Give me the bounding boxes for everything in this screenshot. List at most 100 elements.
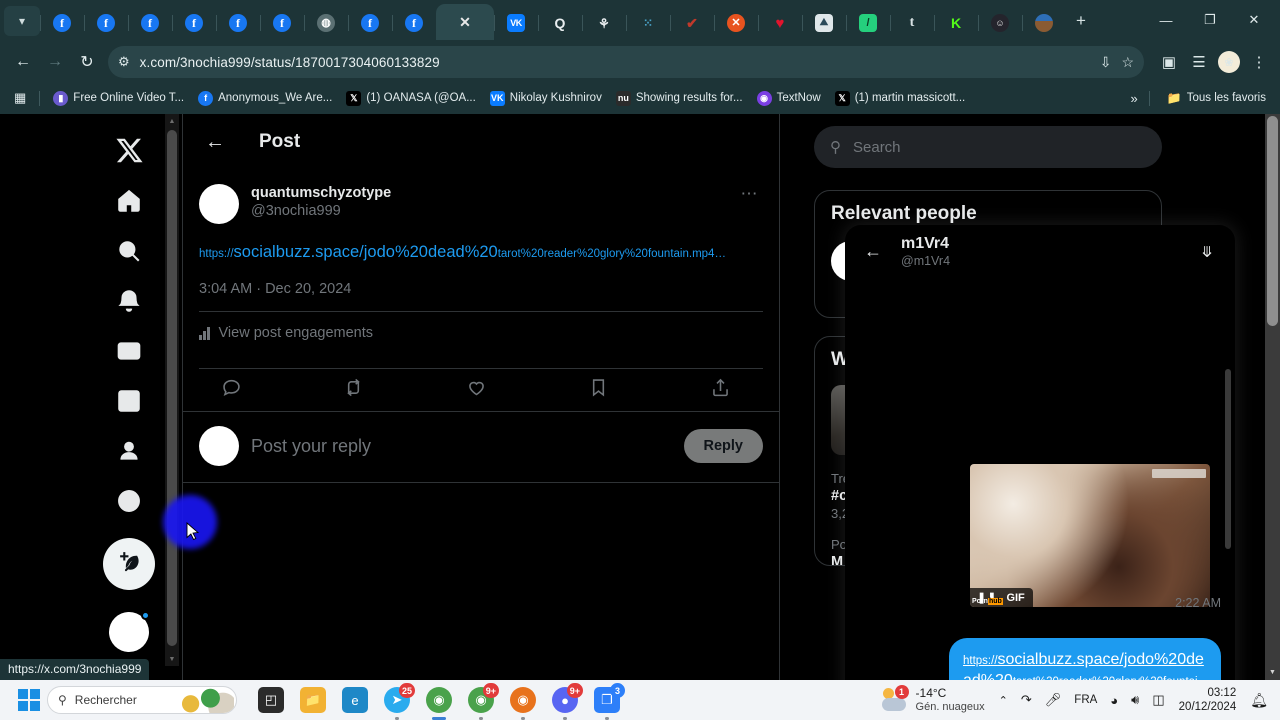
browser-tab[interactable]: ✕ <box>436 4 494 40</box>
browser-tab[interactable]: f <box>216 6 260 40</box>
profile-avatar-icon[interactable]: ❀ <box>1216 49 1242 75</box>
bell-icon[interactable]: 🔔︎ <box>1250 692 1268 709</box>
compose-post-button[interactable] <box>103 538 155 590</box>
remote-desktop-icon[interactable]: ❐ 3 <box>594 683 625 720</box>
scrollbar-thumb[interactable] <box>1225 369 1231 549</box>
bookmark-item[interactable]: f Anonymous_We Are... <box>192 88 338 109</box>
reply-icon[interactable] <box>221 377 242 403</box>
avatar[interactable] <box>199 426 239 467</box>
post-link[interactable]: https://socialbuzz.space/jodo%20dead%20t… <box>199 242 763 263</box>
dm-conversation-handle[interactable]: @m1Vr4 <box>901 254 1179 268</box>
star-icon[interactable]: ☆ <box>1121 54 1134 71</box>
avatar[interactable] <box>199 184 239 224</box>
taskbar-search-input[interactable]: ⚲ Rechercher <box>47 686 237 714</box>
firefox-icon[interactable]: ◉ <box>510 687 536 720</box>
weather-widget[interactable]: 1 -14°C Gén. nuageux <box>881 684 985 714</box>
window-scrollbar[interactable]: ▼ <box>1265 114 1280 680</box>
sidebar-item-profile[interactable] <box>104 428 154 478</box>
browser-tab[interactable]: t <box>890 6 934 40</box>
close-window-button[interactable]: ✕ <box>1232 3 1276 37</box>
bookmark-item[interactable]: ◉ TextNow <box>751 88 827 109</box>
bookmark-icon[interactable] <box>588 377 609 403</box>
browser-tab[interactable]: ⁙ <box>626 6 670 40</box>
browser-tab[interactable]: ⛰ <box>802 6 846 40</box>
search-input[interactable]: ⚲ Search <box>814 126 1162 168</box>
dm-received-media[interactable]: ❚❚ GIF Pornhub <box>970 464 1210 607</box>
browser-tab[interactable]: K <box>934 6 978 40</box>
network-icon[interactable]: ↷ <box>1021 692 1032 708</box>
taskbar-clock[interactable]: 03:12 20/12/2024 <box>1179 686 1237 715</box>
all-bookmarks-button[interactable]: 📁 Tous les favoris <box>1161 88 1272 109</box>
browser-tab[interactable]: f <box>392 6 436 40</box>
sidebar-item-more[interactable] <box>104 478 154 528</box>
bookmarks-overflow-button[interactable]: » <box>1131 91 1138 106</box>
share-icon[interactable] <box>710 377 731 403</box>
forward-button[interactable]: → <box>40 47 70 77</box>
battery-icon[interactable]: ◫ <box>1152 692 1164 708</box>
reload-button[interactable]: ↻ <box>72 47 102 77</box>
sidebar-item-x-logo[interactable] <box>104 128 154 178</box>
microphone-icon[interactable]: 🎤︎ <box>1045 692 1062 708</box>
install-icon[interactable]: ⇩︎ <box>1100 54 1112 71</box>
sidebar-item-grok[interactable] <box>104 378 154 428</box>
dm-conversation-name[interactable]: m1Vr4 <box>901 235 1179 253</box>
dm-scrollbar[interactable] <box>1225 279 1233 679</box>
browser-tab[interactable]: f <box>172 6 216 40</box>
discord-icon[interactable]: ● 9+ <box>552 683 583 720</box>
browser-tab[interactable]: Q <box>538 6 582 40</box>
scroll-up-arrow[interactable]: ▲ <box>165 114 179 128</box>
back-arrow-icon[interactable]: ← <box>859 241 887 262</box>
browser-tab[interactable]: f <box>84 6 128 40</box>
browser-tab[interactable]: f <box>348 6 392 40</box>
retweet-icon[interactable] <box>343 377 364 403</box>
bookmark-item[interactable]: nu Showing results for... <box>610 88 749 109</box>
back-arrow-icon[interactable]: ← <box>199 126 231 158</box>
account-avatar[interactable] <box>109 611 150 652</box>
like-icon[interactable] <box>466 377 487 403</box>
scroll-down-arrow[interactable]: ▼ <box>165 652 179 666</box>
chrome-icon[interactable]: ◉ <box>426 687 452 720</box>
browser-tab[interactable]: / <box>846 6 890 40</box>
reply-input[interactable]: Post your reply <box>251 436 672 457</box>
bookmark-item[interactable]: 𝕏 (1) OANASA (@OA... <box>340 88 481 109</box>
post-author-handle[interactable]: @3nochia999 <box>251 202 725 220</box>
browser-tab[interactable]: ⚘ <box>582 6 626 40</box>
apps-grid-icon[interactable]: ▦ <box>8 87 32 109</box>
tab-search-dropdown[interactable]: ▾ <box>4 6 40 36</box>
chevron-double-down-icon[interactable]: ⤋ <box>1193 243 1221 261</box>
tray-chevron-icon[interactable]: ⌃ <box>999 694 1008 707</box>
scroll-down-arrow[interactable]: ▼ <box>1265 665 1280 680</box>
bookmark-item[interactable]: VK Nikolay Kushnirov <box>484 88 608 109</box>
reading-list-icon[interactable]: ☰ <box>1186 49 1212 75</box>
sidebar-item-explore[interactable] <box>104 228 154 278</box>
task-view-icon[interactable]: ◰ <box>258 687 284 713</box>
browser-tab[interactable]: ☺ <box>978 6 1022 40</box>
post-more-icon[interactable]: ⋯ <box>737 184 764 204</box>
browser-tab[interactable]: f <box>128 6 172 40</box>
back-button[interactable]: ← <box>8 47 38 77</box>
extensions-icon[interactable]: ▣ <box>1156 49 1182 75</box>
windows-start-icon[interactable] <box>18 689 40 711</box>
view-post-engagements[interactable]: View post engagements <box>199 312 763 354</box>
sidebar-item-notifications[interactable] <box>104 278 154 328</box>
minimize-button[interactable]: — <box>1144 3 1188 37</box>
restore-button[interactable]: ❐ <box>1188 3 1232 37</box>
volume-icon[interactable]: 🔊︎ <box>1131 692 1139 708</box>
bookmark-item[interactable]: ▮ Free Online Video T... <box>47 88 190 109</box>
browser-tab[interactable]: f <box>40 6 84 40</box>
browser-tab[interactable]: VK <box>494 6 538 40</box>
new-tab-button[interactable]: + <box>1066 6 1096 36</box>
dm-sent-link[interactable]: https://socialbuzz.space/jodo%20dead%20t… <box>963 650 1207 680</box>
browser-tab[interactable]: ◍ <box>304 6 348 40</box>
dm-sent-bubble[interactable]: https://socialbuzz.space/jodo%20dead%20t… <box>949 638 1221 680</box>
scrollbar-thumb[interactable] <box>167 130 177 646</box>
browser-tab[interactable]: ✔ <box>670 6 714 40</box>
reply-button[interactable]: Reply <box>683 429 763 464</box>
post-author-name[interactable]: quantumschyzotype <box>251 184 725 202</box>
browser-tab[interactable]: ✕ <box>714 6 758 40</box>
browser-tab[interactable]: f <box>260 6 304 40</box>
kebab-menu-icon[interactable]: ⋮ <box>1246 49 1272 75</box>
wifi-icon[interactable]: ◕ <box>1110 693 1118 708</box>
scrollbar-thumb[interactable] <box>1267 116 1278 326</box>
browser-tab[interactable]: ♥ <box>758 6 802 40</box>
